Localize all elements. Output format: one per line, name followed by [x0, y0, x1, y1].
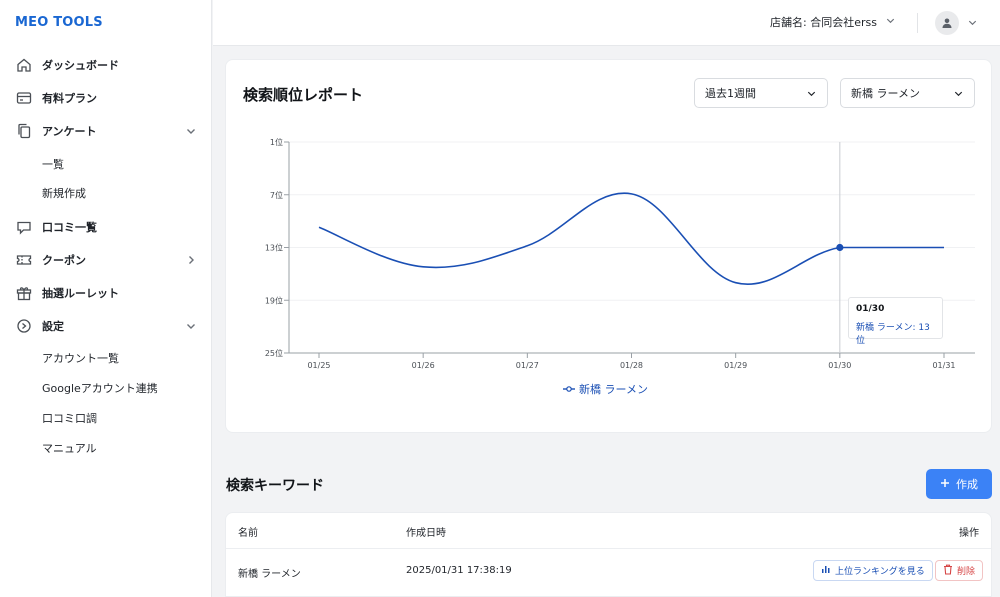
avatar[interactable]	[935, 11, 959, 35]
home-icon	[15, 56, 33, 74]
sidebar-item-survey[interactable]: アンケート	[15, 120, 197, 142]
gift-icon	[15, 284, 33, 302]
sidebar-item-reviews[interactable]: 口コミ一覧	[15, 216, 197, 238]
sidebar-subitem-accounts[interactable]: アカウント一覧	[42, 349, 119, 367]
y-tick-label: 1位	[270, 137, 283, 147]
tooltip-date: 01/30	[856, 304, 885, 314]
x-tick-label: 01/25	[307, 361, 330, 370]
y-tick-label: 13位	[265, 243, 283, 253]
gear-icon	[15, 317, 33, 335]
x-tick-label: 01/27	[516, 361, 539, 370]
series-line	[318, 192, 944, 285]
row-name: 新橋 ラーメン	[238, 569, 301, 580]
sidebar-subitem-review-tone[interactable]: 口コミ口調	[42, 409, 97, 427]
delete-label: 削除	[957, 567, 976, 577]
x-tick-label: 01/30	[828, 361, 851, 370]
trash-icon	[943, 564, 953, 578]
credit-card-icon	[15, 89, 33, 107]
plus-icon	[940, 478, 950, 491]
sidebar-subitem-manual[interactable]: マニュアル	[42, 439, 97, 457]
sidebar-item-settings[interactable]: 設定	[15, 315, 197, 337]
sidebar-item-coupon[interactable]: クーポン	[15, 249, 197, 271]
legend-label: 新橋 ラーメン	[579, 383, 649, 396]
store-label: 店舗名: 合同会社erss	[770, 16, 877, 29]
column-header-actions: 操作	[959, 528, 979, 539]
create-button-label: 作成	[956, 478, 978, 491]
delete-button[interactable]: 削除	[935, 560, 984, 581]
report-card: 検索順位レポート 過去1週間 新橋 ラーメン 1位 7位 13位 19位 25位 01/2…	[225, 59, 992, 433]
x-tick-label: 01/31	[932, 361, 955, 370]
sidebar: MEO TOOLS ダッシュボード 有料プラン アンケート 一覧 新規作成 口コ…	[0, 0, 212, 597]
chart-tooltip: 01/30 新橋 ラーメン: 13位	[848, 297, 943, 346]
chevron-down-icon	[185, 125, 197, 137]
user-icon	[942, 18, 952, 28]
chevron-down-icon	[185, 320, 197, 332]
chevron-down-icon	[885, 15, 896, 29]
x-tick-label: 01/29	[724, 361, 747, 370]
sidebar-item-label: ダッシュボード	[42, 59, 119, 72]
store-selector[interactable]: 店舗名: 合同会社erss	[770, 14, 896, 30]
row-created: 2025/01/31 17:38:19	[406, 565, 512, 576]
column-header-name: 名前	[238, 528, 258, 539]
y-tick-label: 19位	[265, 295, 283, 305]
sidebar-subitem-survey-list[interactable]: 一覧	[42, 155, 64, 173]
sidebar-item-label: 抽選ルーレット	[42, 287, 119, 300]
top-header: 店舗名: 合同会社erss	[213, 0, 1000, 46]
copy-icon	[15, 122, 33, 140]
sidebar-item-dashboard[interactable]: ダッシュボード	[15, 54, 197, 76]
ticket-icon	[15, 251, 33, 269]
highlight-point	[836, 243, 844, 252]
x-tick-label: 01/26	[412, 361, 435, 370]
header-divider	[917, 13, 918, 33]
chart-legend[interactable]: 新橋 ラーメン	[563, 381, 648, 397]
chevron-right-icon	[185, 254, 197, 266]
keywords-table: 名前 作成日時 操作 新橋 ラーメン 2025/01/31 17:38:19 上…	[225, 512, 992, 597]
sidebar-item-label: 設定	[42, 320, 64, 333]
bar-chart-icon	[821, 564, 831, 577]
view-ranking-button[interactable]: 上位ランキングを見る	[813, 560, 933, 581]
legend-line-icon	[563, 386, 575, 392]
view-ranking-label: 上位ランキングを見る	[835, 567, 925, 577]
y-tick-label: 25位	[265, 348, 283, 358]
keywords-title: 検索キーワード	[226, 478, 324, 494]
sidebar-item-label: アンケート	[42, 125, 97, 138]
y-tick-label: 7位	[270, 190, 283, 200]
header-divider	[226, 548, 991, 549]
sidebar-subitem-google-link[interactable]: Googleアカウント連携	[42, 379, 158, 397]
sidebar-item-paid-plan[interactable]: 有料プラン	[15, 87, 197, 109]
create-button[interactable]: 作成	[926, 469, 992, 499]
sidebar-item-label: クーポン	[42, 254, 86, 267]
chat-icon	[15, 218, 33, 236]
sidebar-item-label: 有料プラン	[42, 92, 97, 105]
sidebar-item-label: 口コミ一覧	[42, 221, 97, 234]
sidebar-item-roulette[interactable]: 抽選ルーレット	[15, 282, 197, 304]
account-menu-chevron-icon[interactable]	[967, 17, 978, 31]
tooltip-value: 新橋 ラーメン: 13位	[856, 323, 930, 346]
sidebar-subitem-survey-new[interactable]: 新規作成	[42, 184, 86, 202]
column-header-created: 作成日時	[406, 528, 446, 539]
x-tick-label: 01/28	[620, 361, 643, 370]
app-logo[interactable]: MEO TOOLS	[15, 15, 103, 30]
